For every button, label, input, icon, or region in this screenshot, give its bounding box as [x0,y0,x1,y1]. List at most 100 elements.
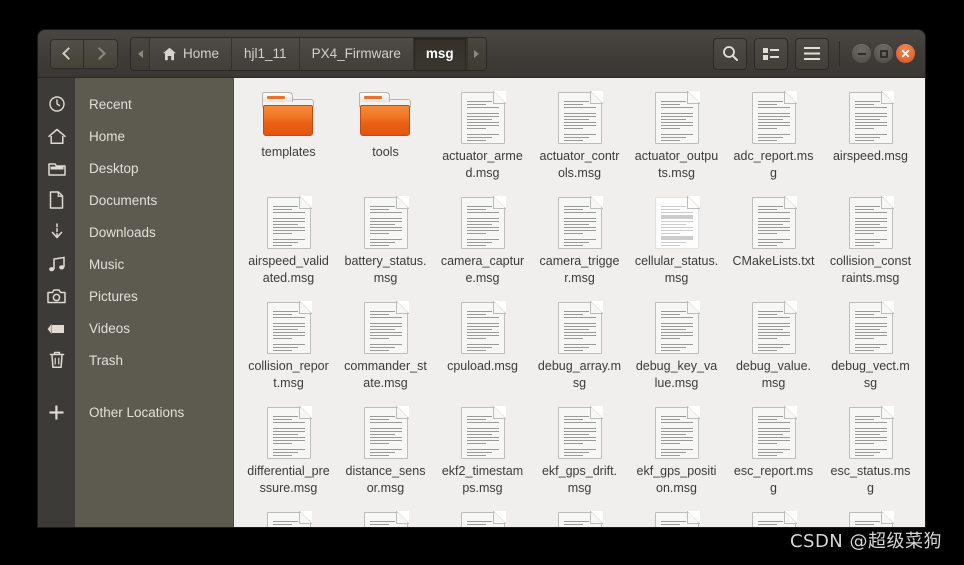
document-icon [460,301,506,354]
close-icon: ✕ [900,46,911,61]
close-button[interactable]: ✕ [896,44,915,63]
sidebar-item-desktop[interactable]: Desktop [75,152,233,184]
breadcrumb-item-hjl1_11[interactable]: hjl1_11 [232,37,300,70]
sidebar-item-music[interactable]: Music [75,248,233,280]
file-item[interactable] [531,506,628,527]
file-item[interactable]: ekf_gps_position.msg [628,401,725,506]
maximize-button[interactable] [874,44,893,63]
breadcrumb-item-msg[interactable]: msg [413,37,467,70]
file-name-label: airspeed.msg [832,149,909,163]
view-options-button[interactable] [754,37,788,70]
sidebar-icon-other-locations[interactable] [48,396,65,428]
document-icon [266,406,312,459]
sidebar-icon-downloads[interactable] [49,216,65,248]
hamburger-menu-button[interactable] [795,37,829,70]
document-icon [557,406,603,459]
file-item[interactable]: actuator_outputs.msg [628,86,725,191]
file-item[interactable]: cpuload.msg [434,296,531,401]
file-item[interactable]: airspeed_validated.msg [240,191,337,296]
sidebar-item-home[interactable]: Home [75,120,233,152]
file-item[interactable]: CMakeLists.txt [725,191,822,296]
sidebar-icon-desktop[interactable] [47,152,66,184]
file-item[interactable]: camera_capture.msg [434,191,531,296]
breadcrumb-scroll-left[interactable] [131,37,150,70]
file-item[interactable]: esc_status.msg [822,401,919,506]
file-item[interactable]: collision_report.msg [240,296,337,401]
folder-item[interactable]: tools [337,86,434,191]
sidebar-icon-videos[interactable] [47,312,66,344]
file-item[interactable]: debug_vect.msg [822,296,919,401]
sidebar-icon-home[interactable] [47,120,66,152]
sidebar-item-label: Recent [89,96,132,112]
file-item[interactable] [337,506,434,527]
breadcrumb-label: PX4_Firmware [311,46,401,61]
sidebar-item-other-locations[interactable]: Other Locations [75,396,233,428]
file-item[interactable]: differential_pressure.msg [240,401,337,506]
file-item[interactable]: airspeed.msg [822,86,919,191]
file-item[interactable]: battery_status.msg [337,191,434,296]
file-item[interactable]: actuator_armed.msg [434,86,531,191]
sidebar-icon-recent[interactable] [48,88,66,120]
watermark: CSDN @超级菜狗 [789,531,942,552]
document-icon [460,406,506,459]
sidebar-item-videos[interactable]: Videos [75,312,233,344]
back-button[interactable] [50,38,84,69]
header-bar: Home hjl1_11 PX4_Firmware msg ✕ [38,30,925,78]
sidebar-item-downloads[interactable]: Downloads [75,216,233,248]
breadcrumb-item-home[interactable]: Home [150,37,233,70]
trash-icon [49,351,64,369]
file-item[interactable]: commander_state.msg [337,296,434,401]
file-item[interactable] [725,506,822,527]
file-item[interactable] [240,506,337,527]
file-item[interactable]: esc_report.msg [725,401,822,506]
sidebar-item-pictures[interactable]: Pictures [75,280,233,312]
folder-icon [358,92,413,140]
breadcrumb-item-px4-firmware[interactable]: PX4_Firmware [299,37,414,70]
breadcrumb: Home hjl1_11 PX4_Firmware msg [130,36,487,71]
file-item[interactable]: debug_key_value.msg [628,296,725,401]
file-name-label: actuator_armed.msg [442,149,523,180]
file-name-label: ekf2_timestamps.msg [441,464,524,495]
sidebar-item-recent[interactable]: Recent [75,88,233,120]
file-item[interactable]: collision_constraints.msg [822,191,919,296]
sidebar-icon-music[interactable] [48,248,66,280]
sidebar-icon-pictures[interactable] [47,280,66,312]
document-icon [557,196,603,249]
file-item[interactable]: cellular_status.msg [628,191,725,296]
file-item[interactable]: camera_trigger.msg [531,191,628,296]
document-icon [848,196,894,249]
file-list-view[interactable]: templates tools actuator_armed.msg actuator… [234,78,925,527]
breadcrumb-scroll-right[interactable] [466,37,486,70]
file-item[interactable] [822,506,919,527]
document-icon [266,301,312,354]
file-item[interactable]: distance_sensor.msg [337,401,434,506]
file-item[interactable]: ekf2_timestamps.msg [434,401,531,506]
sidebar-item-label: Pictures [89,288,138,304]
sidebar-item-documents[interactable]: Documents [75,184,233,216]
forward-button[interactable] [84,38,118,69]
file-item[interactable]: adc_report.msg [725,86,822,191]
document-icon [751,196,797,249]
sidebar-item-label: Downloads [89,224,156,240]
file-item[interactable] [434,506,531,527]
document-icon [49,191,64,209]
sidebar-icon-trash[interactable] [49,344,65,376]
document-icon [654,511,700,527]
file-name-label: commander_state.msg [344,359,427,390]
document-icon [654,406,700,459]
file-item[interactable] [628,506,725,527]
file-item[interactable]: actuator_controls.msg [531,86,628,191]
file-item[interactable]: debug_value.msg [725,296,822,401]
file-item[interactable]: ekf_gps_drift.msg [531,401,628,506]
search-button[interactable] [713,37,747,70]
sidebar-item-label: Documents [89,192,158,208]
document-icon [654,301,700,354]
minimize-button[interactable] [852,44,871,63]
sidebar-item-trash[interactable]: Trash [75,344,233,376]
sidebar-icon-documents[interactable] [49,184,64,216]
folder-item[interactable]: templates [240,86,337,191]
document-icon [848,91,894,144]
file-name-label: cellular_status.msg [634,254,719,285]
file-item[interactable]: debug_array.msg [531,296,628,401]
